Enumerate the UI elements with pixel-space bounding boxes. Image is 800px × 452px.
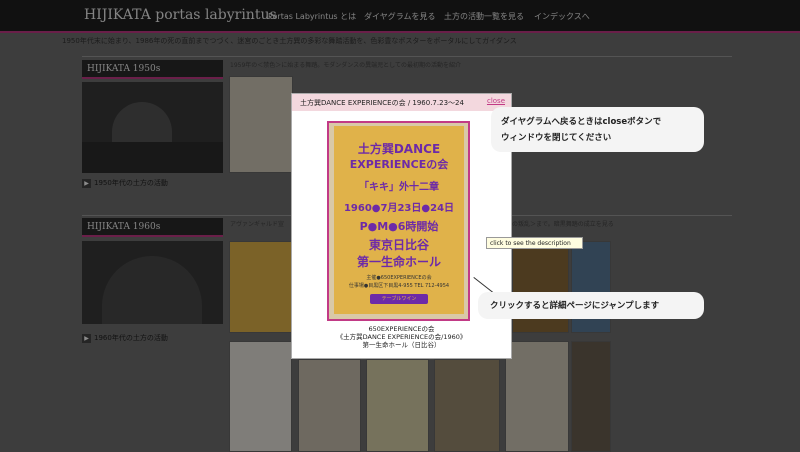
poster-text: 東京日比谷 — [368, 238, 429, 252]
poster-text: 第一生命ホール — [356, 255, 441, 269]
caption-line: 第一生命ホール（日比谷） — [362, 341, 441, 349]
close-button[interactable]: close — [487, 97, 505, 105]
poster-text: 「キキ」外十二章 — [359, 182, 439, 193]
tooltip: click to see the description — [486, 237, 583, 249]
poster-text: P●M●6時開始 — [359, 220, 439, 233]
poster-modal: 土方巽DANCE EXPERIENCEの会 / 1960.7.23～24 clo… — [291, 93, 512, 359]
modal-title: 土方巽DANCE EXPERIENCEの会 / 1960.7.23～24 — [300, 99, 464, 107]
instruction-callout-close: ダイヤグラムへ戻るときはcloseボタンで ウィンドウを閉じてください — [491, 107, 704, 152]
poster-text: 仕事場●目黒区下目黒4-955 TEL 712-4954 — [348, 283, 450, 289]
poster-banner: テーブルワイン — [370, 294, 428, 304]
poster-text: EXPERIENCEの会 — [349, 158, 449, 171]
instruction-callout-click: クリックすると詳細ページにジャンプします — [478, 292, 704, 319]
callout-line: ダイヤグラムへ戻るときはcloseボタンで — [501, 117, 662, 127]
poster-text: 土方巽DANCE — [357, 142, 441, 156]
poster-image: 土方巽DANCE EXPERIENCEの会 「キキ」外十二章 1960●7月23… — [334, 126, 464, 314]
poster-text: 1960●7月23日●24日 — [343, 203, 455, 214]
modal-header: 土方巽DANCE EXPERIENCEの会 / 1960.7.23～24 clo… — [292, 94, 511, 111]
poster-text: 主催●650EXPERIENCEの会 — [366, 275, 432, 281]
poster-image-link[interactable]: 土方巽DANCE EXPERIENCEの会 「キキ」外十二章 1960●7月23… — [327, 121, 470, 321]
callout-line: ウィンドウを閉じてください — [501, 133, 612, 143]
